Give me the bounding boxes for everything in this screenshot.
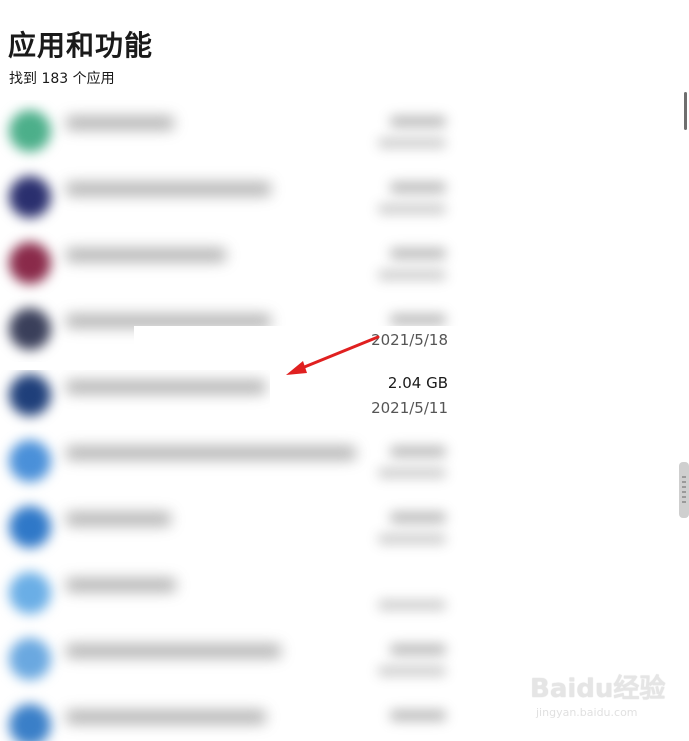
selected-app-details: 2.04 GB 2021/5/11 [0, 364, 460, 430]
app-name-redacted [66, 248, 226, 262]
page-title: 应用和功能 [8, 29, 154, 62]
app-name-redacted [66, 182, 271, 196]
app-list-item[interactable] [0, 496, 460, 562]
grip-icon [682, 486, 686, 488]
app-count: 找到 183 个应用 [9, 71, 115, 87]
app-name-redacted [66, 578, 176, 592]
app-date-redacted [378, 600, 446, 610]
scrollbar-handle[interactable] [679, 462, 689, 518]
grip-icon [682, 496, 686, 498]
watermark: Baidu经验 jingyan.baidu.com [530, 664, 670, 724]
app-icon [9, 440, 51, 482]
app-size-redacted [390, 248, 446, 259]
app-size-redacted [390, 446, 446, 457]
app-list-item[interactable] [0, 100, 460, 166]
watermark-url: jingyan.baidu.com [536, 706, 638, 719]
app-size-redacted [390, 710, 446, 721]
app-list-item[interactable] [0, 628, 460, 694]
app-install-date: 2021/5/11 [371, 399, 448, 417]
app-list-item[interactable] [0, 232, 460, 298]
grip-icon [682, 476, 686, 478]
grip-icon [682, 491, 686, 493]
app-size-redacted [390, 182, 446, 193]
grip-icon [682, 481, 686, 483]
app-size-redacted [390, 116, 446, 127]
scrollbar-thumb[interactable] [684, 92, 687, 130]
app-date-redacted [378, 138, 446, 148]
app-name-redacted [66, 710, 266, 724]
app-icon [9, 242, 51, 284]
app-icon [9, 110, 51, 152]
app-list-item[interactable] [0, 562, 460, 628]
app-date-redacted [378, 666, 446, 676]
app-list: 2021/5/18 2.04 GB 2021/5/11 [0, 100, 460, 741]
app-name-redacted [66, 446, 356, 460]
app-name-redacted [66, 512, 171, 526]
app-size-redacted [390, 314, 446, 325]
app-date-redacted [378, 468, 446, 478]
app-icon [9, 704, 51, 741]
app-icon [9, 638, 51, 680]
annotation-arrow-icon [286, 335, 380, 375]
app-icon [9, 176, 51, 218]
app-date-redacted [378, 534, 446, 544]
app-size-redacted [390, 644, 446, 655]
app-list-item[interactable] [0, 694, 460, 741]
app-date-redacted [378, 204, 446, 214]
app-icon [9, 308, 51, 350]
app-size-redacted [390, 512, 446, 523]
app-icon [9, 506, 51, 548]
app-icon [9, 572, 51, 614]
apps-and-features-page: 应用和功能 找到 183 个应用 2021/5/18 2.04 GB 2021/… [0, 0, 689, 741]
app-list-item[interactable] [0, 430, 460, 496]
app-date-redacted [378, 270, 446, 280]
app-name-redacted [66, 116, 174, 130]
watermark-brand: Baidu经验 [530, 674, 666, 704]
app-list-item[interactable] [0, 166, 460, 232]
grip-icon [682, 501, 686, 503]
app-name-redacted [66, 644, 281, 658]
app-size: 2.04 GB [387, 374, 448, 392]
